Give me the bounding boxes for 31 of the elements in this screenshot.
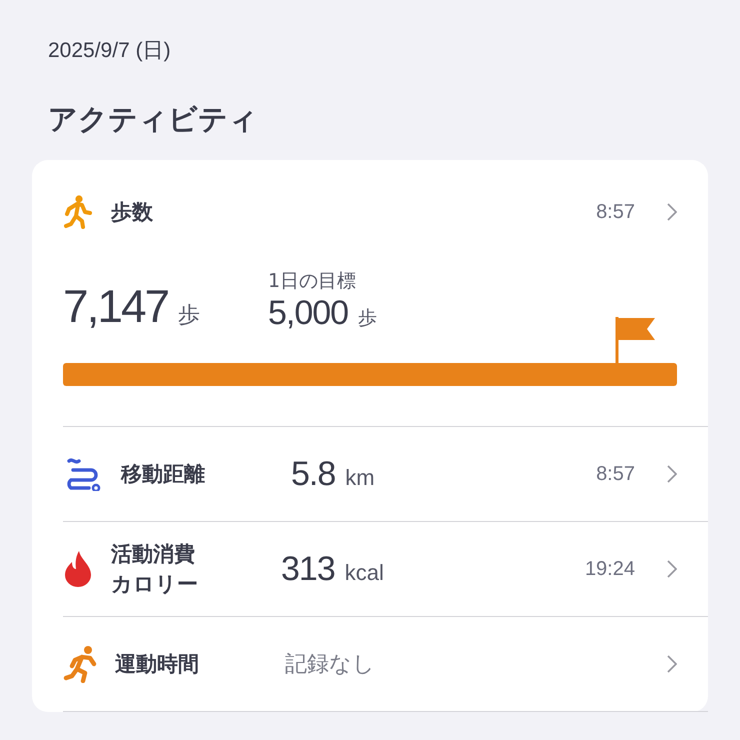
steps-row[interactable]: 歩数 8:57 7,147 歩 1日の目標 5,000 歩 xyxy=(63,160,708,427)
time-text: 8:57 xyxy=(596,200,635,224)
unit-text: 歩 xyxy=(178,302,200,330)
goal-value: 5,000 xyxy=(268,294,348,333)
steps-label: 歩数 xyxy=(111,199,153,226)
metric-label: 運動時間 xyxy=(115,651,199,678)
flame-icon xyxy=(63,550,93,588)
metric-value: 5.8 xyxy=(291,454,336,494)
chevron-icon xyxy=(667,203,677,221)
unit-text: 歩 xyxy=(358,306,378,331)
activity-row[interactable]: 活動消費カロリー 313 kcal 19:24 xyxy=(63,522,708,617)
running-person-icon xyxy=(63,645,97,683)
flag-icon xyxy=(615,315,657,363)
activity-row[interactable]: 移動距離 5.8 km 8:57 xyxy=(63,427,708,522)
metric-value: 313 xyxy=(281,550,335,588)
metric-label: 活動消費カロリー xyxy=(111,541,199,598)
goal-label: 1日の目標 xyxy=(268,269,358,294)
step-count: 7,147 xyxy=(63,279,168,333)
date-text: 2025/9/7 (日) xyxy=(48,38,172,64)
time-text: 19:24 xyxy=(584,558,635,580)
time-text: 8:57 xyxy=(596,462,635,486)
chevron-icon xyxy=(667,560,677,578)
metric-label: 移動距離 xyxy=(121,461,205,488)
chevron-icon xyxy=(667,465,677,483)
chevron-icon xyxy=(667,655,677,673)
no-record-text: 記録なし xyxy=(285,651,375,679)
section-title: アクティビティ xyxy=(48,101,259,138)
unit-text: kcal xyxy=(344,560,384,586)
walking-person-icon xyxy=(63,195,93,229)
unit-text: km xyxy=(345,464,375,490)
activity-row[interactable]: 運動時間 記録なし xyxy=(63,617,708,712)
